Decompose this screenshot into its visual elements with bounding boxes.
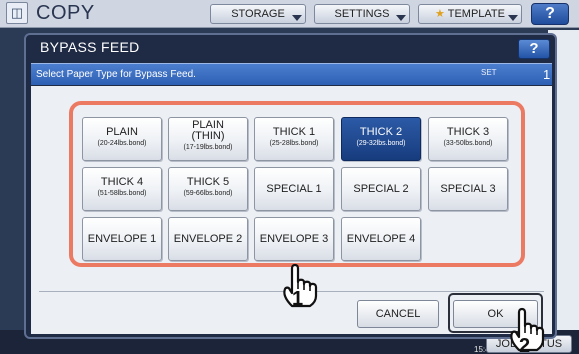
paper-type-weight: (17-19lbs.bond) xyxy=(183,144,233,151)
step-2-number: 2 xyxy=(519,335,530,354)
paper-type-special-3[interactable]: SPECIAL 3 xyxy=(428,167,508,211)
tab-settings[interactable]: SETTINGS xyxy=(314,4,410,24)
instruction-text: Select Paper Type for Bypass Feed. xyxy=(36,69,196,80)
paper-type-label: ENVELOPE 4 xyxy=(346,233,416,245)
paper-type-label: THICK 3 xyxy=(446,126,490,138)
dialog-title: BYPASS FEED xyxy=(40,39,140,55)
set-label: SET xyxy=(481,68,497,77)
paper-type-label: SPECIAL 3 xyxy=(440,183,496,195)
pointing-hand-icon: 2 xyxy=(510,307,545,354)
paper-type-label: ENVELOPE 1 xyxy=(87,233,157,245)
paper-type-envelope-1[interactable]: ENVELOPE 1 xyxy=(82,217,162,261)
paper-type-thick-2[interactable]: THICK 2 (29-32lbs.bond) xyxy=(341,117,421,161)
tab-storage-label: STORAGE xyxy=(231,8,285,20)
paper-type-label: THICK 5 xyxy=(186,176,230,188)
paper-type-thick-1[interactable]: THICK 1 (25-28lbs.bond) xyxy=(254,117,334,161)
paper-type-weight: (51-58lbs.bond) xyxy=(97,190,147,197)
paper-type-thick-4[interactable]: THICK 4 (51-58lbs.bond) xyxy=(82,167,162,211)
paper-type-label: ENVELOPE 3 xyxy=(259,233,329,245)
chevron-down-icon xyxy=(396,15,406,21)
paper-type-label: SPECIAL 1 xyxy=(266,183,322,195)
cancel-button[interactable]: CANCEL xyxy=(357,300,439,328)
paper-type-weight: (59-66lbs.bond) xyxy=(183,190,233,197)
chevron-down-icon xyxy=(508,15,518,21)
paper-type-label-line2: (THIN) xyxy=(191,130,225,142)
paper-type-thick-3[interactable]: THICK 3 (33-50lbs.bond) xyxy=(428,117,508,161)
screen: ◫ COPY STORAGE SETTINGS ★ TEMPLATE ? 15:… xyxy=(0,0,579,354)
tab-template[interactable]: ★ TEMPLATE xyxy=(418,4,522,24)
copy-mode-icon: ◫ xyxy=(6,2,28,24)
paper-type-envelope-2[interactable]: ENVELOPE 2 xyxy=(168,217,248,261)
tab-storage[interactable]: STORAGE xyxy=(210,4,306,24)
paper-type-thick-5[interactable]: THICK 5 (59-66lbs.bond) xyxy=(168,167,248,211)
info-bar: Select Paper Type for Bypass Feed. SET 1 xyxy=(31,63,552,85)
paper-type-label: THICK 4 xyxy=(100,176,144,188)
paper-type-weight: (33-50lbs.bond) xyxy=(443,140,493,147)
paper-type-weight: (25-28lbs.bond) xyxy=(269,140,319,147)
chevron-down-icon xyxy=(292,15,302,21)
paper-type-weight: (20-24lbs.bond) xyxy=(97,140,147,147)
dialog-help-button[interactable]: ? xyxy=(518,39,550,59)
step-1-number: 1 xyxy=(292,288,303,310)
paper-type-special-1[interactable]: SPECIAL 1 xyxy=(254,167,334,211)
paper-type-weight: (29-32lbs.bond) xyxy=(356,140,406,147)
pointing-hand-icon: 1 xyxy=(283,263,318,310)
paper-type-plain-thin[interactable]: PLAIN (THIN) (17-19lbs.bond) xyxy=(168,117,248,161)
paper-type-envelope-3[interactable]: ENVELOPE 3 xyxy=(254,217,334,261)
paper-type-label: SPECIAL 2 xyxy=(353,183,409,195)
set-count: 1 xyxy=(543,67,551,82)
paper-type-label: PLAIN xyxy=(106,126,138,138)
star-icon: ★ xyxy=(435,8,445,20)
paper-type-plain[interactable]: PLAIN (20-24lbs.bond) xyxy=(82,117,162,161)
paper-type-envelope-4[interactable]: ENVELOPE 4 xyxy=(341,217,421,261)
background-help-button[interactable]: ? xyxy=(531,3,569,25)
paper-type-label: ENVELOPE 2 xyxy=(173,233,243,245)
background-title: COPY xyxy=(36,2,95,24)
tab-settings-label: SETTINGS xyxy=(334,8,390,20)
paper-type-label: THICK 1 xyxy=(272,126,316,138)
paper-type-special-2[interactable]: SPECIAL 2 xyxy=(341,167,421,211)
background-header: ◫ COPY STORAGE SETTINGS ★ TEMPLATE ? xyxy=(0,0,579,28)
paper-type-label: THICK 2 xyxy=(359,126,403,138)
tab-template-label: TEMPLATE xyxy=(447,8,505,20)
